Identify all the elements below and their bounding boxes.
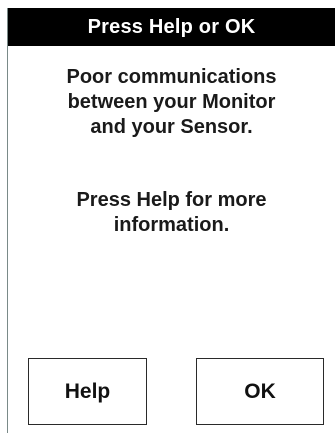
help-button[interactable]: Help bbox=[28, 358, 147, 425]
help-hint: Press Help for more information. bbox=[8, 188, 335, 238]
error-message: Poor communications between your Monitor… bbox=[8, 65, 335, 140]
error-message-line: Poor communications bbox=[66, 66, 277, 88]
dialog-title: Press Help or OK bbox=[8, 8, 335, 46]
error-message-line: and your Sensor. bbox=[90, 116, 253, 138]
help-hint-line: Press Help for more bbox=[76, 189, 267, 211]
help-hint-line: information. bbox=[113, 214, 230, 236]
error-message-line: between your Monitor bbox=[67, 91, 276, 113]
monitor-screen: Press Help or OK Poor communications bet… bbox=[7, 8, 335, 433]
ok-button[interactable]: OK bbox=[196, 358, 324, 425]
